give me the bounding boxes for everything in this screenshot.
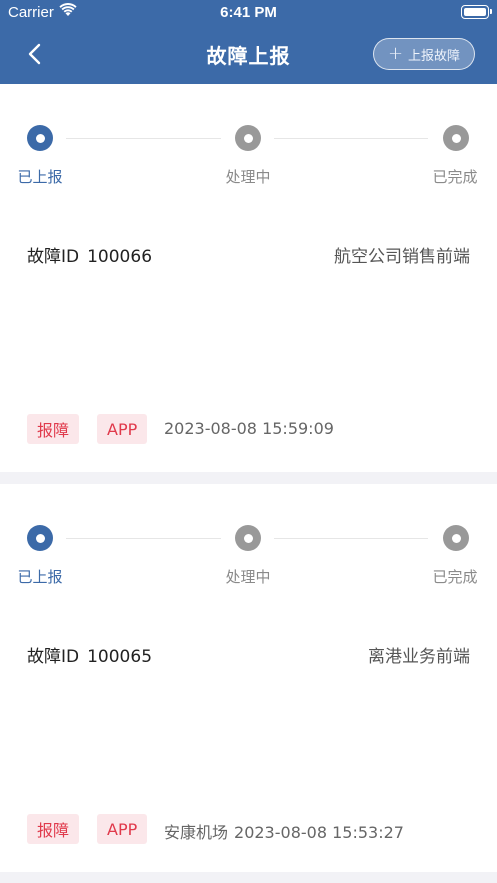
step-connector <box>274 538 428 539</box>
fault-datetime: 2023-08-08 15:59:09 <box>164 419 334 438</box>
step-completed-indicator <box>443 525 469 551</box>
clock: 6:41 PM <box>220 4 277 21</box>
fault-id: 故障ID 100065 <box>27 642 152 667</box>
plus-icon: + <box>387 43 404 64</box>
step-processing-indicator <box>235 525 261 551</box>
step-connector <box>274 138 428 139</box>
fault-datetime: 2023-08-08 15:53:27 <box>234 823 404 842</box>
step-processing-indicator <box>235 125 261 151</box>
fault-meta: 2023-08-08 15:59:09 <box>164 419 334 438</box>
fault-id-label: 故障ID <box>27 647 80 667</box>
fault-meta: 安康机场 2023-08-08 15:53:27 <box>164 819 404 843</box>
step-processing-label: 处理中 <box>225 568 271 586</box>
fault-type-tag: 报障 <box>27 814 80 844</box>
app-header: Carrier 6:41 PM 故障上报 + 上报故障 <box>0 0 497 84</box>
report-fault-button[interactable]: + 上报故障 <box>373 38 475 70</box>
step-reported-label: 已上报 <box>17 568 63 586</box>
battery-icon <box>461 5 492 19</box>
step-completed-indicator <box>443 125 469 151</box>
fault-card[interactable]: 已上报 处理中 已完成 故障ID 100066 航空公司销售前端 报障 APP 2… <box>0 84 497 472</box>
fault-location: 安康机场 <box>164 823 229 842</box>
step-connector <box>66 538 221 539</box>
report-fault-label: 上报故障 <box>408 48 461 64</box>
platform-tag: APP <box>97 814 148 844</box>
fault-id-value: 100065 <box>87 647 153 667</box>
chevron-left-icon <box>28 43 41 65</box>
fault-type-tag: 报障 <box>27 414 80 444</box>
fault-department: 离港业务前端 <box>368 647 470 667</box>
fault-id-value: 100066 <box>87 247 153 267</box>
step-completed-label: 已完成 <box>432 568 478 586</box>
fault-id-label: 故障ID <box>27 247 80 267</box>
status-bar: Carrier 6:41 PM <box>0 0 497 26</box>
step-connector <box>66 138 221 139</box>
platform-tag: APP <box>97 414 148 444</box>
step-completed-label: 已完成 <box>432 168 478 186</box>
step-processing-label: 处理中 <box>225 168 271 186</box>
step-reported-indicator <box>27 125 53 151</box>
fault-id: 故障ID 100066 <box>27 242 152 267</box>
fault-card[interactable]: 已上报 处理中 已完成 故障ID 100065 离港业务前端 报障 APP 安康机… <box>0 484 497 872</box>
back-button[interactable] <box>22 40 50 68</box>
fault-department: 航空公司销售前端 <box>334 247 470 267</box>
step-reported-label: 已上报 <box>17 168 63 186</box>
step-reported-indicator <box>27 525 53 551</box>
